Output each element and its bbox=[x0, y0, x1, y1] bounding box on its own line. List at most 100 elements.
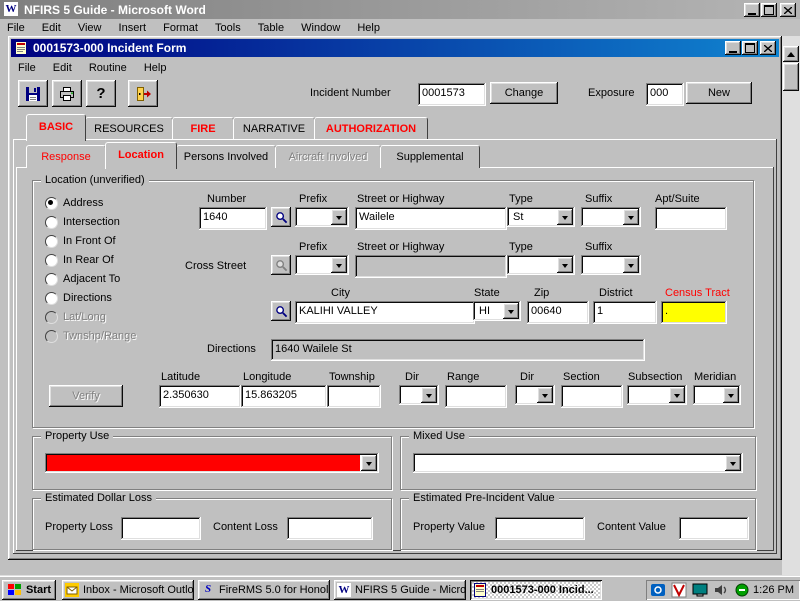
word-menu-table[interactable]: Table bbox=[251, 19, 291, 36]
tab-supplemental[interactable]: Supplemental bbox=[380, 145, 480, 168]
tab-narrative[interactable]: NARRATIVE bbox=[233, 117, 315, 140]
property-loss-field[interactable] bbox=[121, 517, 201, 540]
zip-field[interactable]: 00640 bbox=[527, 301, 589, 324]
city-field[interactable]: KALIHI VALLEY bbox=[295, 301, 475, 324]
subsection-combo[interactable] bbox=[627, 385, 687, 405]
dropdown-arrow-icon[interactable] bbox=[623, 257, 639, 273]
radio-adjacent-to[interactable] bbox=[45, 273, 58, 286]
taskbar-task-incident-form[interactable]: 0001573-000 Incid... bbox=[470, 580, 602, 600]
dir2-combo[interactable] bbox=[515, 385, 555, 405]
menu-routine[interactable]: Routine bbox=[82, 59, 134, 76]
street-lookup-button[interactable] bbox=[271, 207, 291, 227]
word-menu-file[interactable]: File bbox=[0, 19, 32, 36]
dropdown-arrow-icon[interactable] bbox=[537, 387, 553, 403]
word-restore-button[interactable] bbox=[761, 3, 777, 17]
new-button[interactable]: New bbox=[686, 82, 752, 104]
dropdown-arrow-icon[interactable] bbox=[669, 387, 685, 403]
cross-street-lookup-button[interactable] bbox=[271, 255, 291, 275]
save-button[interactable] bbox=[18, 80, 48, 107]
form-minimize-button[interactable] bbox=[725, 41, 741, 55]
clock[interactable]: 1:26 PM bbox=[753, 584, 794, 596]
latitude-field[interactable]: 2.350630 bbox=[159, 385, 241, 408]
menu-edit[interactable]: Edit bbox=[46, 59, 79, 76]
radio-intersection[interactable] bbox=[45, 216, 58, 229]
tray-network-icon[interactable] bbox=[650, 582, 666, 598]
tray-antivirus-icon[interactable] bbox=[671, 582, 687, 598]
incident-number-field[interactable]: 0001573 bbox=[418, 83, 486, 106]
dropdown-arrow-icon[interactable] bbox=[361, 455, 377, 471]
word-menu-format[interactable]: Format bbox=[156, 19, 205, 36]
word-menu-window[interactable]: Window bbox=[294, 19, 347, 36]
apt-suite-field[interactable] bbox=[655, 207, 727, 230]
dropdown-arrow-icon[interactable] bbox=[557, 257, 573, 273]
property-value-field[interactable] bbox=[495, 517, 585, 540]
tray-app-icon[interactable] bbox=[734, 582, 750, 598]
tab-response[interactable]: Response bbox=[26, 145, 106, 168]
content-value-field[interactable] bbox=[679, 517, 749, 540]
city-lookup-button[interactable] bbox=[271, 301, 291, 321]
township-field[interactable] bbox=[327, 385, 381, 408]
word-minimize-button[interactable] bbox=[744, 3, 760, 17]
exit-button[interactable] bbox=[128, 80, 158, 107]
prefix-combo[interactable] bbox=[295, 207, 349, 227]
tab-aircraft-involved[interactable]: Aircraft Involved bbox=[275, 145, 381, 168]
section-field[interactable] bbox=[561, 385, 623, 408]
longitude-field[interactable]: 15.863205 bbox=[241, 385, 327, 408]
dropdown-arrow-icon[interactable] bbox=[331, 257, 347, 273]
type-combo[interactable]: St bbox=[507, 207, 575, 227]
cross-type-combo[interactable] bbox=[507, 255, 575, 275]
start-button[interactable]: Start bbox=[2, 580, 56, 600]
radio-lat-long[interactable] bbox=[45, 311, 58, 324]
content-loss-field[interactable] bbox=[287, 517, 373, 540]
dropdown-arrow-icon[interactable] bbox=[623, 209, 639, 225]
word-menu-edit[interactable]: Edit bbox=[35, 19, 68, 36]
tab-fire[interactable]: FIRE bbox=[172, 117, 234, 140]
dir1-combo[interactable] bbox=[399, 385, 439, 405]
dropdown-arrow-icon[interactable] bbox=[331, 209, 347, 225]
dropdown-arrow-icon[interactable] bbox=[503, 303, 519, 319]
tab-authorization[interactable]: AUTHORIZATION bbox=[314, 117, 428, 140]
word-close-button[interactable] bbox=[780, 3, 796, 17]
scroll-thumb[interactable] bbox=[783, 63, 799, 91]
meridian-combo[interactable] bbox=[693, 385, 741, 405]
word-menu-help[interactable]: Help bbox=[350, 19, 387, 36]
dropdown-arrow-icon[interactable] bbox=[723, 387, 739, 403]
tab-persons-involved[interactable]: Persons Involved bbox=[176, 145, 276, 168]
radio-directions[interactable] bbox=[45, 292, 58, 305]
word-vscrollbar[interactable] bbox=[782, 36, 800, 576]
form-close-button[interactable] bbox=[760, 41, 776, 55]
radio-address[interactable] bbox=[45, 197, 58, 210]
verify-button[interactable]: Verify bbox=[49, 385, 123, 407]
range-field[interactable] bbox=[445, 385, 507, 408]
property-use-combo[interactable] bbox=[45, 453, 379, 473]
menu-help[interactable]: Help bbox=[137, 59, 174, 76]
radio-twnshp-range[interactable] bbox=[45, 330, 58, 343]
form-maximize-button[interactable] bbox=[742, 41, 758, 55]
taskbar-task-firerms[interactable]: S FireRMS 5.0 for Honol... bbox=[198, 580, 330, 600]
census-tract-field[interactable]: . bbox=[661, 301, 727, 324]
cross-prefix-combo[interactable] bbox=[295, 255, 349, 275]
radio-in-front-of[interactable] bbox=[45, 235, 58, 248]
word-menu-tools[interactable]: Tools bbox=[208, 19, 248, 36]
word-menu-view[interactable]: View bbox=[71, 19, 109, 36]
tab-basic[interactable]: BASIC bbox=[26, 114, 86, 141]
tray-volume-icon[interactable] bbox=[713, 582, 729, 598]
district-field[interactable]: 1 bbox=[593, 301, 657, 324]
help-button[interactable]: ? bbox=[86, 80, 116, 107]
exposure-field[interactable]: 000 bbox=[646, 83, 684, 106]
menu-file[interactable]: File bbox=[11, 59, 43, 76]
dropdown-arrow-icon[interactable] bbox=[725, 455, 741, 471]
scroll-up-button[interactable] bbox=[783, 46, 799, 62]
number-field[interactable]: 1640 bbox=[199, 207, 267, 230]
radio-in-rear-of[interactable] bbox=[45, 254, 58, 267]
word-menu-insert[interactable]: Insert bbox=[112, 19, 154, 36]
change-button[interactable]: Change bbox=[490, 82, 558, 104]
dropdown-arrow-icon[interactable] bbox=[557, 209, 573, 225]
print-button[interactable] bbox=[52, 80, 82, 107]
tray-display-icon[interactable] bbox=[692, 582, 708, 598]
tab-resources[interactable]: RESOURCES bbox=[85, 117, 173, 140]
taskbar-task-outlook[interactable]: Inbox - Microsoft Outlook bbox=[62, 580, 194, 600]
street-field[interactable]: Wailele bbox=[355, 207, 507, 230]
state-combo[interactable]: HI bbox=[473, 301, 521, 321]
suffix-combo[interactable] bbox=[581, 207, 641, 227]
